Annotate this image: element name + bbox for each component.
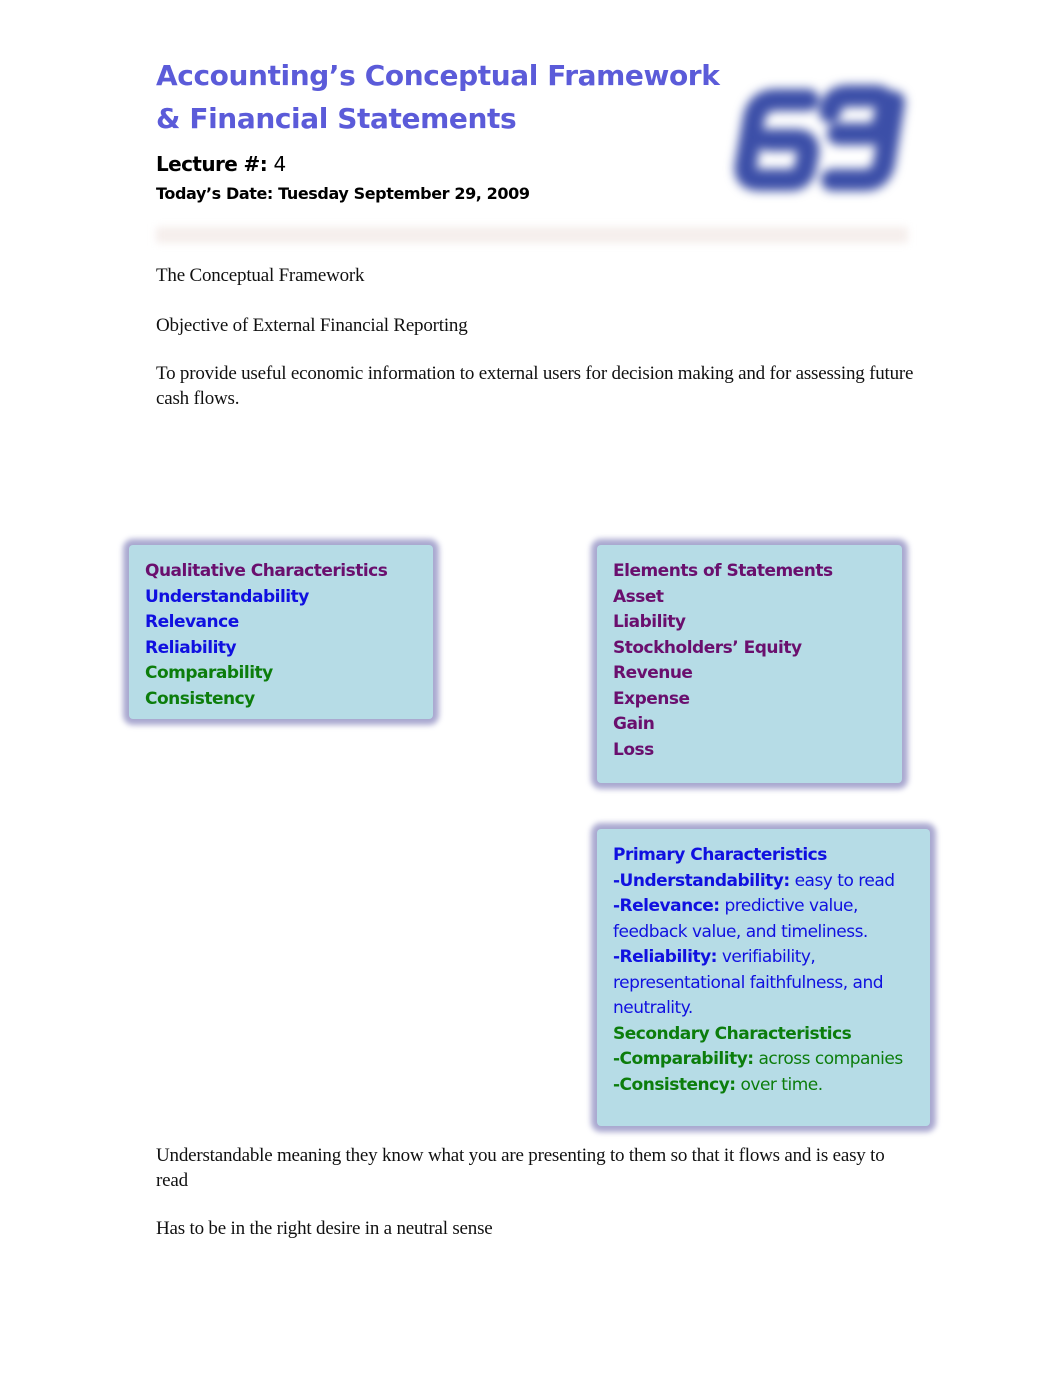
logo-icon xyxy=(734,85,905,191)
description: predictive value, xyxy=(719,896,858,916)
lecture-label: Lecture #: xyxy=(156,152,268,176)
elements-box-title: Elements of Statements xyxy=(613,561,833,581)
qualitative-item: Relevance xyxy=(145,612,239,632)
qualitative-item: Understandability xyxy=(145,586,309,607)
qualitative-item: Comparability xyxy=(145,663,273,683)
term: -Reliability: xyxy=(613,947,717,967)
header-divider xyxy=(156,227,908,243)
title-line-2: & Financial Statements xyxy=(156,102,517,135)
element-item: Stockholders’ Equity xyxy=(613,637,802,658)
qualitative-item: Reliability xyxy=(145,637,237,658)
element-item: Revenue xyxy=(613,663,693,683)
qualitative-box-title: Qualitative Characteristics xyxy=(145,561,388,581)
lecture-value: 4 xyxy=(273,152,287,176)
description-continued: feedback value, and timeliness. xyxy=(613,921,868,942)
primary-characteristics-title: Primary Characteristics xyxy=(613,845,827,865)
description-continued: representational faithfulness, and xyxy=(613,972,884,993)
elements-of-statements-box: Elements of Statements Asset Liability S… xyxy=(597,545,902,783)
description: over time. xyxy=(735,1074,823,1095)
document-title: Accounting’s Conceptual Framework & Fina… xyxy=(156,54,720,140)
primary-item: -Understandability: easy to read xyxy=(613,869,903,895)
characteristics-detail-box: Primary Characteristics -Understandabili… xyxy=(597,829,930,1126)
lecture-number: Lecture #: 4 xyxy=(156,152,286,176)
date-label: Today’s Date: xyxy=(156,184,273,203)
element-item: Asset xyxy=(613,586,664,607)
term: -Consistency: xyxy=(613,1074,736,1095)
qualitative-item: Consistency xyxy=(145,688,255,709)
title-line-1: Accounting’s Conceptual Framework xyxy=(156,59,720,92)
primary-item: -Relevance: predictive value, xyxy=(613,894,903,920)
element-item: Liability xyxy=(613,612,686,632)
description-continued: neutrality. xyxy=(613,998,693,1018)
secondary-item: -Comparability: across companies xyxy=(613,1047,903,1073)
note-understandable: Understandable meaning they know what yo… xyxy=(156,1145,885,1191)
secondary-item: -Consistency: over time. xyxy=(613,1073,903,1099)
description: across companies xyxy=(753,1049,903,1069)
term: -Relevance: xyxy=(613,896,720,916)
term: -Understandability: xyxy=(613,870,790,891)
section-heading: The Conceptual Framework xyxy=(156,265,365,286)
element-item: Loss xyxy=(613,739,654,760)
secondary-characteristics-title: Secondary Characteristics xyxy=(613,1023,852,1044)
term: -Comparability: xyxy=(613,1049,754,1069)
date-value: Tuesday September 29, 2009 xyxy=(278,184,530,203)
description: verifiability, xyxy=(716,947,816,967)
primary-item: -Reliability: verifiability, xyxy=(613,945,903,971)
description: easy to read xyxy=(789,870,895,891)
lecture-date: Today’s Date: Tuesday September 29, 2009 xyxy=(156,184,530,203)
element-item: Gain xyxy=(613,714,655,734)
objective-heading: Objective of External Financial Reportin… xyxy=(156,315,468,336)
element-item: Expense xyxy=(613,688,690,709)
qualitative-characteristics-box: Qualitative Characteristics Understandab… xyxy=(129,545,433,719)
objective-text: To provide useful economic information t… xyxy=(156,363,914,409)
note-neutral: Has to be in the right desire in a neutr… xyxy=(156,1218,493,1239)
